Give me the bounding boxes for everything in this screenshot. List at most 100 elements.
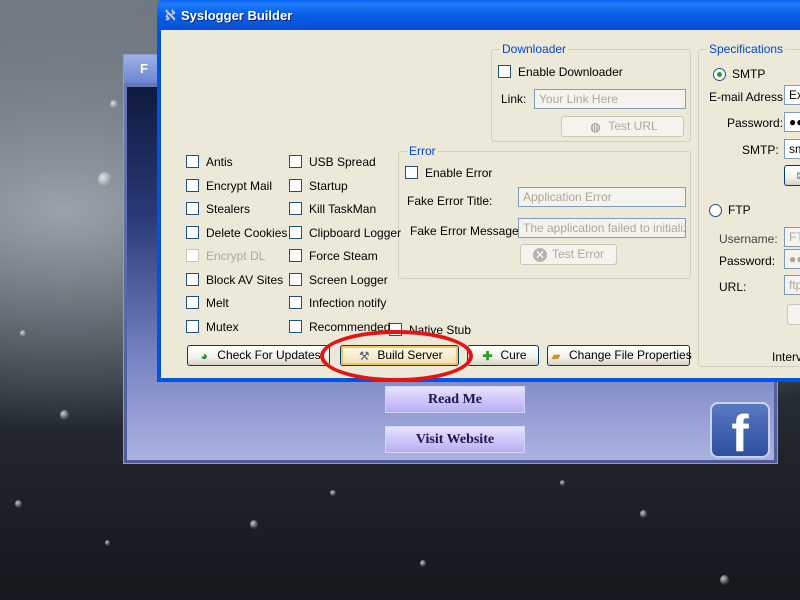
checkbox-delete-cookies[interactable]: Delete Cookies [186,225,287,241]
checkbox-box[interactable] [186,296,199,310]
checkbox-startup[interactable]: Startup [289,178,348,194]
checkbox-label: Kill TaskMan [309,201,377,216]
checkbox-box[interactable] [186,226,199,240]
checkbox-block-av-sites[interactable]: Block AV Sites [186,272,283,288]
fake-error-title-label: Fake Error Title: [407,194,493,208]
smtp-action-button[interactable]: ✉ [784,165,800,186]
read-me-button[interactable]: Read Me [385,386,525,413]
checkbox-infection-notify[interactable]: Infection notify [289,295,386,311]
checkbox-box[interactable] [289,155,302,169]
checkbox-box[interactable] [289,320,302,334]
window-titlebar: ℵ Syslogger Builder [157,0,800,30]
checkbox-force-steam[interactable]: Force Steam [289,248,378,264]
checkbox-antis[interactable]: Antis [186,154,233,170]
checkbox-box[interactable] [289,226,302,240]
checkbox-box[interactable] [186,202,199,216]
test-error-button[interactable]: ✕ Test Error [520,244,617,265]
interval-label: Interv [772,350,800,364]
checkbox-box[interactable] [289,202,302,216]
update-globe-icon: ◕ [200,348,208,363]
radio-circle[interactable] [709,204,722,218]
checkbox-label: Enable Error [425,165,493,180]
smtp-radio[interactable]: SMTP [713,67,766,82]
highlight-annotation-ellipse [320,330,473,382]
fake-error-title-input[interactable]: Application Error [518,187,686,207]
checkbox-label: USB Spread [309,154,376,169]
checkbox-stealers[interactable]: Stealers [186,201,250,217]
checkbox-usb-spread[interactable]: USB Spread [289,154,376,170]
checkbox-label: Antis [206,154,233,169]
error-x-icon: ✕ [532,247,547,262]
checkbox-label: Stealers [206,201,251,216]
ftp-username-input[interactable]: FT [784,227,800,247]
change-file-properties-button[interactable]: ▰ Change File Properties [547,345,692,366]
checkbox-box[interactable] [186,273,199,287]
checkbox-label: Block AV Sites [206,272,284,287]
specifications-group: Specifications SMTP E-mail Adress: Ex Pa… [698,42,800,367]
downloader-group: Downloader Enable Downloader Link: Your … [491,42,691,142]
folder-icon: ▰ [551,348,561,363]
error-group: Error Enable Error Fake Error Title: App… [398,144,691,279]
checkbox-kill-taskman[interactable]: Kill TaskMan [289,201,376,217]
checkbox-box[interactable] [186,249,199,263]
mail-icon: ✉ [794,169,800,183]
ftp-username-label: Username: [719,232,778,246]
checkbox-label: Force Steam [309,248,378,263]
checkbox-box[interactable] [289,296,302,310]
link-label: Link: [501,92,527,106]
checkbox-clipboard-logger[interactable]: Clipboard Logger [289,225,401,241]
checkbox-box[interactable] [186,179,199,193]
checkbox-box[interactable] [289,179,302,193]
smtp-server-input[interactable]: sm [784,139,800,159]
smtp-password-label: Password: [727,116,784,130]
checkbox-melt[interactable]: Melt [186,295,229,311]
ftp-password-input[interactable]: ●● [784,249,800,269]
window-title: Syslogger Builder [181,8,293,23]
checkbox-label: Infection notify [309,295,387,310]
checkbox-mutex[interactable]: Mutex [186,319,239,335]
ftp-radio[interactable]: FTP [709,203,751,218]
check-for-updates-button[interactable]: ◕ Check For Updates [187,345,330,366]
ftp-url-input[interactable]: ftp [784,275,800,295]
email-address-input[interactable]: Ex [784,85,800,105]
checkbox-label: Melt [206,295,229,310]
enable-error-checkbox[interactable]: Enable Error [405,165,492,181]
button-label: Cure [500,348,527,362]
link-input[interactable]: Your Link Here [534,89,686,109]
checkbox-screen-logger[interactable]: Screen Logger [289,272,388,288]
window-client-area: Native Stub Downloader Enable Downloader… [161,30,800,378]
checkbox-box[interactable] [289,273,302,287]
test-url-button[interactable]: ◍ Test URL [561,116,684,137]
app-icon: ℵ [165,7,176,23]
syslogger-builder-window: ℵ Syslogger Builder Native Stub Download… [157,0,800,382]
checkbox-box[interactable] [186,155,199,169]
checkbox-box[interactable] [289,249,302,263]
checkbox-label: Mutex [206,319,239,334]
checkbox-encrypt-mail[interactable]: Encrypt Mail [186,178,272,194]
fake-error-message-label: Fake Error Message: [410,224,523,238]
checkbox-box[interactable] [186,320,199,334]
button-label: Change File Properties [569,348,692,362]
checkbox-label: Clipboard Logger [309,225,402,240]
fake-error-message-input[interactable]: The application failed to initialize p [518,218,686,238]
checkbox-label: Encrypt DL [206,248,266,263]
group-label: Error [407,144,438,158]
smtp-server-label: SMTP: [742,143,779,157]
enable-downloader-checkbox[interactable]: Enable Downloader [498,64,623,80]
ftp-password-label: Password: [719,254,776,268]
radio-circle[interactable] [713,68,726,82]
facebook-icon[interactable]: f [710,402,770,463]
ftp-url-label: URL: [719,280,747,294]
visit-website-button[interactable]: Visit Website [385,426,525,453]
ftp-action-button[interactable] [787,304,800,325]
checkbox-label: Enable Downloader [518,64,623,79]
checkbox-label: Screen Logger [309,272,388,287]
checkbox-encrypt-dl[interactable]: Encrypt DL [186,248,265,264]
checkbox-box[interactable] [498,65,511,79]
smtp-password-input[interactable]: ●● [784,112,800,132]
radio-label: SMTP [732,67,766,81]
checkbox-box[interactable] [405,166,418,180]
globe-icon: ◍ [590,119,601,134]
checkbox-label: Encrypt Mail [206,178,273,193]
cure-button[interactable]: ✚ Cure [467,345,539,366]
